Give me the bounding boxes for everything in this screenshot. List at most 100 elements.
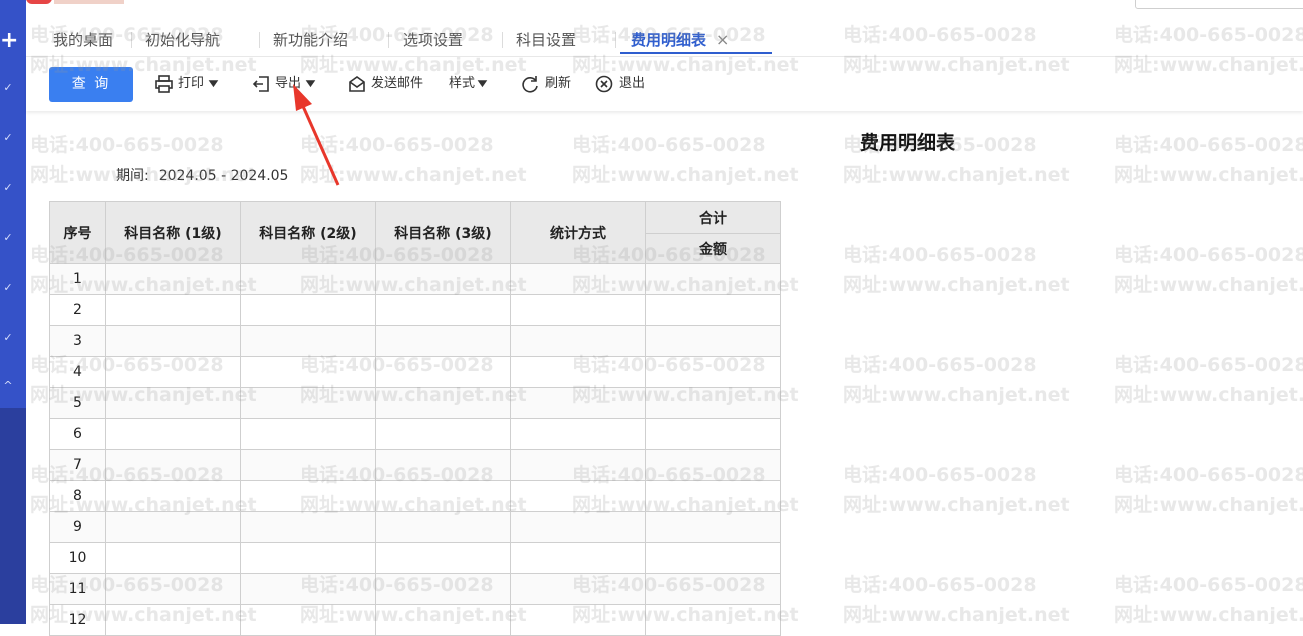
nav-item-icon[interactable]: ✓ — [2, 232, 14, 244]
table-row[interactable]: 2 — [49, 294, 781, 326]
cell[interactable] — [645, 263, 781, 295]
cell[interactable] — [510, 294, 646, 326]
nav-item-icon[interactable]: ✓ — [2, 132, 14, 144]
cell[interactable] — [240, 511, 376, 543]
close-circle-icon — [595, 75, 613, 93]
table-row[interactable]: 3 — [49, 325, 781, 357]
cell[interactable] — [375, 542, 511, 574]
table-row[interactable]: 12 — [49, 604, 781, 636]
collapse-icon[interactable]: ^ — [2, 380, 14, 392]
cell[interactable] — [105, 449, 241, 481]
send-mail-button[interactable]: 发送邮件 — [348, 74, 438, 94]
cell[interactable] — [240, 604, 376, 636]
cell[interactable] — [105, 294, 241, 326]
cell[interactable] — [510, 356, 646, 388]
cell[interactable] — [240, 449, 376, 481]
cell[interactable] — [645, 480, 781, 512]
cell[interactable] — [510, 480, 646, 512]
cell[interactable] — [645, 356, 781, 388]
nav-item-icon[interactable]: ✓ — [2, 282, 14, 294]
nav-item-icon[interactable]: ✓ — [2, 332, 14, 344]
cell[interactable] — [240, 325, 376, 357]
nav-item-icon[interactable]: ✓ — [2, 82, 14, 94]
query-button[interactable]: 查 询 — [49, 67, 133, 102]
cell[interactable] — [510, 511, 646, 543]
cell[interactable] — [510, 573, 646, 605]
cell[interactable] — [105, 573, 241, 605]
exit-button[interactable]: 退出 — [595, 74, 655, 94]
cell[interactable] — [645, 542, 781, 574]
cell[interactable] — [240, 480, 376, 512]
cell[interactable] — [240, 263, 376, 295]
style-button[interactable]: 样式 ▼ — [449, 74, 499, 94]
top-search-input[interactable] — [1135, 0, 1303, 9]
cell[interactable] — [510, 449, 646, 481]
cell[interactable] — [105, 511, 241, 543]
cell[interactable] — [105, 263, 241, 295]
tab-expense-detail[interactable]: 费用明细表 × — [631, 30, 729, 50]
cell[interactable] — [645, 418, 781, 450]
table-row[interactable]: 5 — [49, 387, 781, 419]
cell[interactable] — [375, 263, 511, 295]
table-row[interactable]: 1 — [49, 263, 781, 295]
nav-item-icon[interactable]: ✓ — [2, 182, 14, 194]
cell[interactable] — [510, 325, 646, 357]
cell[interactable] — [645, 573, 781, 605]
table-row[interactable]: 8 — [49, 480, 781, 512]
cell[interactable] — [510, 263, 646, 295]
table-row[interactable]: 11 — [49, 573, 781, 605]
cell[interactable] — [510, 542, 646, 574]
close-icon[interactable]: × — [716, 30, 729, 49]
table-row[interactable]: 4 — [49, 356, 781, 388]
cell[interactable] — [105, 387, 241, 419]
cell[interactable] — [240, 356, 376, 388]
table-row[interactable]: 9 — [49, 511, 781, 543]
cell[interactable] — [510, 604, 646, 636]
cell[interactable] — [105, 418, 241, 450]
tab-account-settings[interactable]: 科目设置 — [516, 30, 576, 50]
cell[interactable] — [375, 604, 511, 636]
cell[interactable] — [375, 325, 511, 357]
watermark-phone: 电话:400-665-0028 — [843, 464, 1037, 486]
cell[interactable] — [240, 294, 376, 326]
cell[interactable] — [240, 542, 376, 574]
cell[interactable] — [375, 294, 511, 326]
tab-my-desktop[interactable]: 我的桌面 — [53, 30, 113, 50]
cell[interactable] — [105, 604, 241, 636]
cell[interactable] — [375, 449, 511, 481]
cell[interactable] — [375, 573, 511, 605]
cell[interactable] — [240, 418, 376, 450]
export-button[interactable]: 导出 ▼ — [252, 74, 322, 94]
cell[interactable] — [510, 387, 646, 419]
refresh-button[interactable]: 刷新 — [521, 74, 581, 94]
cell[interactable] — [105, 542, 241, 574]
table-row[interactable]: 7 — [49, 449, 781, 481]
watermark-phone: 电话:400-665-0028 — [1114, 464, 1303, 486]
cell[interactable] — [645, 387, 781, 419]
cell[interactable] — [645, 604, 781, 636]
period-label: 期间: — [116, 168, 149, 184]
table-row[interactable]: 6 — [49, 418, 781, 450]
cell[interactable] — [645, 325, 781, 357]
cell[interactable] — [105, 356, 241, 388]
cell[interactable] — [105, 480, 241, 512]
plus-icon[interactable]: + — [0, 28, 18, 54]
cell[interactable] — [240, 573, 376, 605]
cell[interactable] — [375, 356, 511, 388]
table-row[interactable]: 10 — [49, 542, 781, 574]
cell[interactable] — [375, 511, 511, 543]
cell[interactable] — [375, 387, 511, 419]
cell[interactable] — [375, 418, 511, 450]
tab-new-features[interactable]: 新功能介绍 — [273, 30, 348, 50]
cell[interactable] — [510, 418, 646, 450]
cell[interactable] — [105, 325, 241, 357]
cell[interactable] — [645, 449, 781, 481]
cell[interactable] — [375, 480, 511, 512]
print-button[interactable]: 打印 ▼ — [155, 74, 225, 94]
cell[interactable] — [645, 294, 781, 326]
cell[interactable] — [240, 387, 376, 419]
header-total: 合计 — [645, 201, 781, 234]
tab-init-guide[interactable]: 初始化导航 — [145, 30, 220, 50]
tab-options[interactable]: 选项设置 — [403, 30, 463, 50]
cell[interactable] — [645, 511, 781, 543]
